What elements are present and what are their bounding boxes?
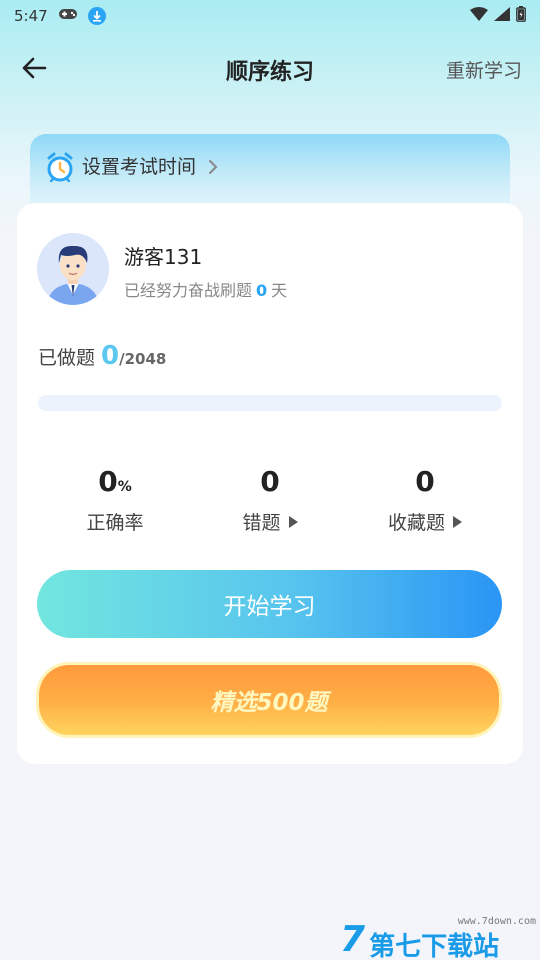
alarm-clock-icon xyxy=(46,152,74,186)
favorites-label: 收藏题 xyxy=(387,512,445,534)
accuracy-label-wrap: 正确率 xyxy=(35,508,195,535)
questions-done-count: 0 xyxy=(101,341,120,371)
status-time: 5:47 xyxy=(14,7,48,25)
accuracy-value-wrap: 0% xyxy=(35,465,195,498)
user-study-days: 已经努力奋战刷题 0 天 xyxy=(124,277,287,301)
set-exam-time-label: 设置考试时间 xyxy=(82,156,197,178)
study-days-prefix: 已经努力奋战刷题 xyxy=(124,281,253,300)
accuracy-stat: 0% 正确率 xyxy=(35,465,195,535)
questions-done-label: 已做题 xyxy=(38,347,96,369)
questions-total: /2048 xyxy=(119,350,167,368)
signal-icon xyxy=(494,7,510,25)
triangle-right-icon xyxy=(288,515,298,528)
study-days-suffix: 天 xyxy=(271,281,288,300)
practice-card: 游客131 已经努力奋战刷题 0 天 已做题 0 /2048 0% 正确率 0 错题… xyxy=(17,203,523,764)
site-watermark: 7 第七下载站 www.7down.com xyxy=(340,908,540,960)
accuracy-label: 正确率 xyxy=(86,512,144,534)
status-bar: 5:47 xyxy=(0,0,540,32)
start-study-button[interactable]: 开始学习 xyxy=(37,570,502,638)
study-days-count: 0 xyxy=(256,281,268,300)
download-icon xyxy=(87,7,106,25)
accuracy-unit: % xyxy=(117,479,132,495)
back-button[interactable] xyxy=(18,52,50,84)
favorites-stat[interactable]: 0 收藏题 xyxy=(345,465,505,535)
avatar xyxy=(37,233,109,305)
set-exam-time-banner[interactable]: 设置考试时间 xyxy=(30,134,510,214)
progress-bar xyxy=(38,395,502,411)
arrow-left-icon xyxy=(22,57,47,79)
accuracy-value: 0 xyxy=(98,465,118,498)
gamepad-icon xyxy=(58,7,78,25)
questions-done-row: 已做题 0 /2048 xyxy=(38,341,166,371)
watermark-logo: 7 xyxy=(340,919,366,960)
wrong-questions-label-wrap: 错题 xyxy=(190,508,350,535)
restart-study-button[interactable]: 重新学习 xyxy=(446,56,522,83)
nav-bar: 顺序练习 重新学习 xyxy=(0,40,540,96)
watermark-text: 第七下载站 xyxy=(369,932,500,960)
watermark-url: www.7down.com xyxy=(457,916,536,927)
wrong-questions-label: 错题 xyxy=(242,512,281,534)
user-name: 游客131 xyxy=(124,245,203,269)
wrong-questions-stat[interactable]: 0 错题 xyxy=(190,465,350,535)
wifi-icon xyxy=(470,7,488,25)
favorites-label-wrap: 收藏题 xyxy=(345,508,505,535)
favorites-value: 0 xyxy=(415,465,435,498)
chevron-right-icon xyxy=(208,152,218,182)
selected-500-button[interactable]: 精选500题 xyxy=(39,665,499,735)
triangle-right-icon xyxy=(453,515,462,528)
wrong-questions-value: 0 xyxy=(260,465,280,498)
battery-icon xyxy=(516,6,526,26)
